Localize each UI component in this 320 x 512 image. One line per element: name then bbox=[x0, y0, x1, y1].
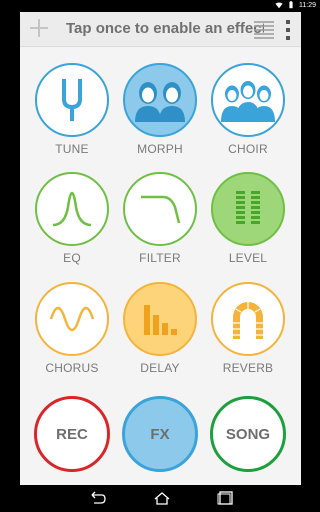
wifi-icon bbox=[275, 2, 283, 9]
overflow-menu-icon[interactable] bbox=[284, 18, 292, 42]
navigation-bar bbox=[0, 485, 320, 512]
battery-icon bbox=[289, 1, 293, 9]
effect-choir[interactable]: CHOIR bbox=[208, 63, 288, 156]
level-label: LEVEL bbox=[228, 251, 268, 265]
top-bar: Tap once to enable an effect bbox=[20, 12, 301, 47]
app-window: Tap once to enable an effect TUNE MORPH … bbox=[20, 12, 301, 485]
home-icon[interactable] bbox=[152, 491, 172, 505]
chorus-label: CHORUS bbox=[45, 361, 99, 375]
fx-label: FX bbox=[150, 425, 170, 443]
level-circle bbox=[211, 172, 285, 246]
eq-curve-icon bbox=[52, 191, 92, 227]
fx-button[interactable]: FX bbox=[122, 396, 198, 472]
eq-label: EQ bbox=[63, 251, 81, 265]
page-title: Tap once to enable an effect bbox=[66, 20, 264, 37]
chorus-circle bbox=[35, 282, 109, 356]
reverb-circle bbox=[211, 282, 285, 356]
filter-label: FILTER bbox=[139, 251, 181, 265]
delay-label: DELAY bbox=[140, 361, 180, 375]
effect-reverb[interactable]: REVERB bbox=[208, 282, 288, 375]
filter-curve-icon bbox=[141, 195, 181, 224]
level-meter-icon bbox=[236, 191, 260, 224]
rec-button[interactable]: REC bbox=[34, 396, 110, 472]
tune-circle bbox=[35, 63, 109, 137]
add-icon[interactable] bbox=[28, 17, 50, 39]
delay-circle bbox=[123, 282, 197, 356]
filter-circle bbox=[123, 172, 197, 246]
reverb-label: REVERB bbox=[222, 361, 274, 375]
delay-bars-icon bbox=[144, 305, 177, 335]
morph-circle bbox=[123, 63, 197, 137]
effect-level[interactable]: LEVEL bbox=[208, 172, 288, 265]
choir-circle bbox=[211, 63, 285, 137]
sine-wave-icon bbox=[49, 306, 95, 332]
effect-eq[interactable]: EQ bbox=[32, 172, 112, 265]
rec-label: REC bbox=[56, 425, 88, 443]
tuning-fork-icon bbox=[62, 79, 82, 121]
back-icon[interactable] bbox=[86, 491, 106, 505]
status-time: 11:29 bbox=[299, 1, 316, 9]
choir-label: CHOIR bbox=[228, 142, 268, 156]
effect-tune[interactable]: TUNE bbox=[32, 63, 112, 156]
arch-icon bbox=[233, 302, 263, 339]
recent-apps-icon[interactable] bbox=[216, 491, 236, 505]
effect-chorus[interactable]: CHORUS bbox=[32, 282, 112, 375]
effect-delay[interactable]: DELAY bbox=[120, 282, 200, 375]
status-bar: 11:29 bbox=[0, 0, 320, 12]
song-button[interactable]: SONG bbox=[210, 396, 286, 472]
eq-circle bbox=[35, 172, 109, 246]
effect-filter[interactable]: FILTER bbox=[120, 172, 200, 265]
tune-label: TUNE bbox=[55, 142, 89, 156]
effect-morph[interactable]: MORPH bbox=[120, 63, 200, 156]
song-label: SONG bbox=[225, 425, 271, 443]
list-icon[interactable] bbox=[253, 19, 275, 41]
man-woman-icon bbox=[135, 82, 185, 122]
choir-people-icon bbox=[221, 81, 275, 122]
morph-label: MORPH bbox=[137, 142, 183, 156]
